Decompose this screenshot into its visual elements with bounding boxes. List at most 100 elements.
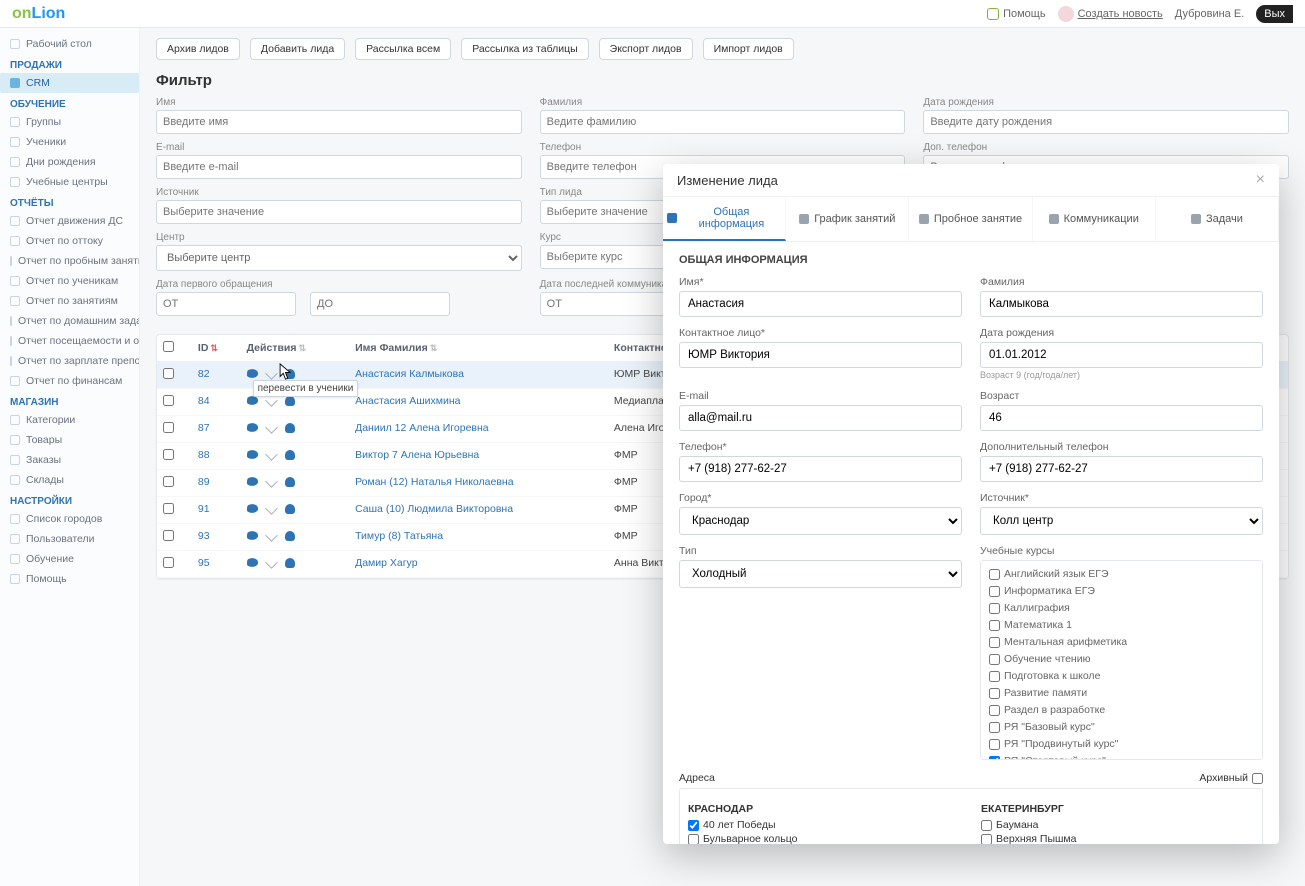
sidebar-item[interactable]: Помощь [0,569,139,589]
row-name[interactable]: Дамир Хагур [349,551,608,578]
row-checkbox[interactable] [163,395,174,406]
sidebar-item[interactable]: Учебные центры [0,172,139,192]
address-checkbox[interactable] [688,820,699,831]
course-option[interactable]: Математика 1 [989,618,1254,632]
row-name[interactable]: Даниил 12 Алена Игоревна [349,416,608,443]
help-link[interactable]: Помощь [987,8,1046,20]
course-option[interactable]: Каллиграфия [989,601,1254,615]
sidebar-item[interactable]: Обучение [0,549,139,569]
filter-first-date-to[interactable] [310,292,450,316]
course-option[interactable]: Обучение чтению [989,652,1254,666]
row-id[interactable]: 87 [192,416,241,443]
edit-icon[interactable] [265,448,277,460]
course-checkbox[interactable] [989,637,1000,648]
pf-surname-input[interactable] [980,291,1263,317]
eye-icon[interactable] [247,530,258,541]
filter-source-input[interactable] [156,200,522,224]
action-tab[interactable]: Рассылка из таблицы [461,38,588,60]
sidebar-item[interactable]: Отчет по ученикам [0,271,139,291]
person-icon[interactable] [285,477,295,487]
action-tab[interactable]: Рассылка всем [355,38,451,60]
person-icon[interactable] [285,504,295,514]
person-icon[interactable] [285,396,295,406]
select-all-checkbox[interactable] [163,341,174,352]
filter-birth-input[interactable] [923,110,1289,134]
sidebar-item[interactable]: Дни рождения [0,152,139,172]
pf-type-select[interactable]: Холодный [679,560,962,588]
row-name[interactable]: Саша (10) Людмила Викторовна [349,497,608,524]
table-header[interactable]: Имя Фамилия⇅ [349,335,608,362]
pf-source-select[interactable]: Колл центр [980,507,1263,535]
pf-city-select[interactable]: Краснодар [679,507,962,535]
eye-icon[interactable] [247,503,258,514]
action-tab[interactable]: Экспорт лидов [599,38,693,60]
course-option[interactable]: Раздел в разработке [989,703,1254,717]
course-option[interactable]: Подготовка к школе [989,669,1254,683]
sidebar-item[interactable]: Категории [0,410,139,430]
sidebar-item[interactable]: Заказы [0,450,139,470]
row-checkbox[interactable] [163,557,174,568]
filter-email-input[interactable] [156,155,522,179]
course-checkbox[interactable] [989,688,1000,699]
address-checkbox[interactable] [688,834,699,845]
course-checkbox[interactable] [989,620,1000,631]
course-option[interactable]: Английский язык ЕГЭ [989,567,1254,581]
course-checkbox[interactable] [989,603,1000,614]
row-id[interactable]: 84 [192,389,241,416]
course-checkbox[interactable] [989,654,1000,665]
close-icon[interactable]: × [1256,172,1265,188]
sidebar-item[interactable]: Отчет по пробным занятиям [0,251,139,271]
course-option[interactable]: Информатика ЕГЭ [989,584,1254,598]
row-id[interactable]: 93 [192,524,241,551]
course-option[interactable]: Ментальная арифметика [989,635,1254,649]
course-checkbox[interactable] [989,756,1000,761]
course-checkbox[interactable] [989,569,1000,580]
course-option[interactable]: Развитие памяти [989,686,1254,700]
eye-icon[interactable] [247,449,258,460]
address-checkbox[interactable] [981,820,992,831]
sidebar-item[interactable]: Список городов [0,509,139,529]
eye-icon[interactable] [247,422,258,433]
panel-tab[interactable]: Общая информация [663,197,786,241]
archive-checkbox[interactable]: Архивный [1199,772,1263,784]
address-option[interactable]: Верхняя Пышма [981,832,1254,844]
panel-tab[interactable]: Пробное занятие [909,197,1032,241]
filter-last-comm-from[interactable] [540,292,680,316]
address-option[interactable]: 40 лет Победы [688,818,961,832]
sidebar-item[interactable]: Товары [0,430,139,450]
row-checkbox[interactable] [163,368,174,379]
row-name[interactable]: Анастасия Калмыкова [349,362,608,389]
sidebar-item[interactable]: Отчет по занятиям [0,291,139,311]
eye-icon[interactable] [247,476,258,487]
panel-tab[interactable]: Задачи [1156,197,1279,241]
edit-icon[interactable] [265,421,277,433]
edit-icon[interactable] [265,367,277,379]
action-tab[interactable]: Архив лидов [156,38,240,60]
course-checkbox[interactable] [989,671,1000,682]
eye-icon[interactable] [247,557,258,568]
pf-name-input[interactable] [679,291,962,317]
row-checkbox[interactable] [163,449,174,460]
row-checkbox[interactable] [163,476,174,487]
sidebar-item[interactable]: Отчет посещаемости и оплат [0,331,139,351]
row-id[interactable]: 82 [192,362,241,389]
course-option[interactable]: РЯ "Продвинутый курс" [989,737,1254,751]
create-news-link[interactable]: Создать новость [1058,6,1163,22]
panel-tab[interactable]: Коммуникации [1033,197,1156,241]
address-option[interactable]: Бульварное кольцо [688,832,961,844]
pf-age-input[interactable] [980,405,1263,431]
sidebar-item[interactable]: Пользователи [0,529,139,549]
row-id[interactable]: 88 [192,443,241,470]
edit-icon[interactable] [265,556,277,568]
sidebar-item[interactable]: Отчет по финансам [0,371,139,391]
course-option[interactable]: РЯ "Стартовый курс" [989,754,1254,760]
course-option[interactable]: РЯ "Базовый курс" [989,720,1254,734]
address-checkbox[interactable] [981,834,992,845]
table-header[interactable]: Действия⇅ [241,335,350,362]
pf-phone-input[interactable] [679,456,962,482]
row-checkbox[interactable] [163,422,174,433]
row-name[interactable]: Анастасия Ашихмина [349,389,608,416]
action-tab[interactable]: Импорт лидов [703,38,794,60]
pf-contact-input[interactable] [679,342,962,368]
sidebar-item[interactable]: Отчет по домашним заданиям [0,311,139,331]
